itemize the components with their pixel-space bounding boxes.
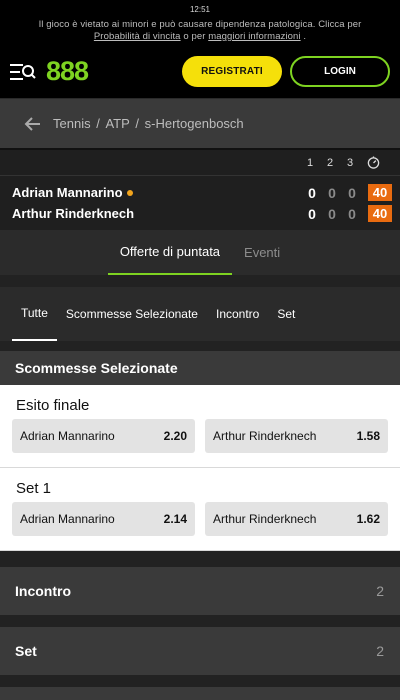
breadcrumb: Tennis / ATP / s-Hertogenbosch <box>0 98 400 148</box>
set-score: 0 <box>328 184 336 201</box>
breadcrumb-separator: / <box>96 116 100 131</box>
market-count: 2 <box>376 583 384 599</box>
filter-incontro[interactable]: Incontro <box>207 287 268 341</box>
market-esito-finale: Esito finale Adrian Mannarino 2.20 Arthu… <box>0 385 400 468</box>
filter-scommesse-selezionate[interactable]: Scommesse Selezionate <box>57 287 207 341</box>
odds-button[interactable]: Arthur Rinderknech 1.58 <box>205 419 388 453</box>
main-tabs: Offerte di puntata Eventi <box>0 230 400 275</box>
collapsed-section-title: Set <box>15 643 37 659</box>
selection-name: Arthur Rinderknech <box>213 512 317 526</box>
set-score: 0 <box>308 205 316 222</box>
stopwatch-icon <box>367 156 379 169</box>
odds-price: 1.58 <box>356 429 380 443</box>
more-info-link[interactable]: maggiori informazioni <box>208 31 300 42</box>
collapsed-section-title: Incontro <box>15 583 71 599</box>
set-score: 0 <box>348 205 356 222</box>
breadcrumb-separator: / <box>135 116 140 131</box>
status-bar: 12:51 <box>0 0 400 18</box>
game-points: 40 <box>368 184 392 201</box>
filter-set[interactable]: Set <box>268 287 304 341</box>
set-3-header: 3 <box>346 156 354 169</box>
market-filter-tabs: Tutte Scommesse Selezionate Incontro Set <box>0 287 400 341</box>
odds-price: 1.62 <box>356 512 380 526</box>
breadcrumb-tournament[interactable]: s-Hertogenbosch <box>145 116 244 131</box>
serving-indicator-icon <box>126 189 133 196</box>
disclaimer-end: . <box>303 31 307 42</box>
set-1-header: 1 <box>306 156 314 169</box>
section-title[interactable]: Scommesse Selezionate <box>0 351 400 385</box>
selection-name: Adrian Mannarino <box>20 429 115 443</box>
selection-name: Adrian Mannarino <box>20 512 115 526</box>
status-time: 12:51 <box>189 4 211 14</box>
filter-tutte[interactable]: Tutte <box>12 287 57 341</box>
odds-button[interactable]: Arthur Rinderknech 1.62 <box>205 502 388 536</box>
disclaimer-mid: o per <box>183 31 206 42</box>
next-section-strip <box>0 687 400 700</box>
collapsed-section-set[interactable]: Set 2 <box>0 627 400 675</box>
brand-logo[interactable]: 888 <box>46 56 89 87</box>
scoreboard: Adrian Mannarino 0 0 0 40 Arthur Rinderk… <box>0 175 400 230</box>
tab-eventi[interactable]: Eventi <box>232 230 292 275</box>
odds-price: 2.14 <box>163 512 187 526</box>
selection-name: Arthur Rinderknech <box>213 429 317 443</box>
tab-offerte[interactable]: Offerte di puntata <box>107 230 233 275</box>
menu-search-button[interactable] <box>10 58 38 86</box>
odds-button[interactable]: Adrian Mannarino 2.20 <box>12 419 195 453</box>
disclaimer-text: Il gioco è vietato ai minori e può causa… <box>38 19 362 30</box>
back-arrow-icon[interactable] <box>24 115 42 133</box>
breadcrumb-atp[interactable]: ATP <box>105 116 129 131</box>
menu-search-icon <box>10 63 36 80</box>
market-title: Set 1 <box>16 480 52 497</box>
player-name: Arthur Rinderknech <box>12 206 135 221</box>
player-name: Adrian Mannarino <box>12 185 123 200</box>
collapsed-section-incontro[interactable]: Incontro 2 <box>0 567 400 615</box>
player-row: Adrian Mannarino 0 0 0 40 <box>12 182 392 203</box>
market-title: Esito finale <box>16 397 90 414</box>
game-points-header <box>360 156 386 169</box>
set-2-header: 2 <box>326 156 334 169</box>
set-score: 0 <box>328 205 336 222</box>
login-button[interactable]: LOGIN <box>290 56 390 87</box>
register-button[interactable]: REGISTRATI <box>182 56 282 87</box>
top-bar: 888 REGISTRATI LOGIN <box>0 45 400 98</box>
market-set-1: Set 1 Adrian Mannarino 2.14 Arthur Rinde… <box>0 468 400 551</box>
gambling-disclaimer: Il gioco è vietato ai minori e può causa… <box>0 18 400 45</box>
game-points: 40 <box>368 205 392 222</box>
market-count: 2 <box>376 643 384 659</box>
player-row: Arthur Rinderknech 0 0 0 40 <box>12 203 392 224</box>
breadcrumb-tennis[interactable]: Tennis <box>53 116 91 131</box>
score-header: 1 2 3 <box>0 148 400 175</box>
odds-price: 2.20 <box>163 429 187 443</box>
odds-button[interactable]: Adrian Mannarino 2.14 <box>12 502 195 536</box>
odds-probability-link[interactable]: Probabilità di vincita <box>94 31 181 42</box>
set-score: 0 <box>308 184 316 201</box>
set-score: 0 <box>348 184 356 201</box>
